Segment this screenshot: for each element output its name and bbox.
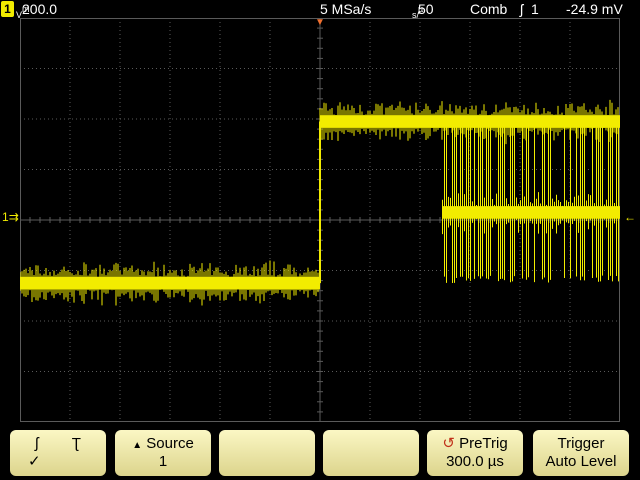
trigger-source: 1 bbox=[531, 1, 539, 17]
trigger-mode: Comb bbox=[470, 1, 508, 17]
source-label-text: Source bbox=[146, 435, 194, 452]
trigger-auto-level-softkey[interactable]: Trigger Auto Level bbox=[533, 430, 629, 476]
pretrig-softkey[interactable]: ↺ PreTrig 300.0 µs bbox=[427, 430, 523, 476]
softkey-bar: ʃ Ʈ ✓ ▲ Source 1 ↺ PreTrig 300.0 µs Trig… bbox=[0, 424, 640, 480]
pretrig-label: ↺ PreTrig bbox=[427, 435, 523, 452]
rotate-knob-icon: ↺ bbox=[442, 435, 455, 452]
falling-edge-icon: Ʈ bbox=[71, 435, 81, 452]
ground-marker-label: 1 bbox=[2, 210, 9, 224]
timebase: 50 µ s/ bbox=[412, 0, 434, 20]
trigger-label: Trigger bbox=[557, 435, 605, 452]
vertical-scale-unit-top: m bbox=[22, 4, 30, 14]
pretrig-label-text: PreTrig bbox=[459, 435, 508, 452]
channel-ground-marker: 1⇉ bbox=[2, 210, 19, 224]
sample-rate: 5 MSa/s bbox=[320, 1, 372, 17]
waveform-display bbox=[20, 18, 620, 422]
softkey-3-empty[interactable] bbox=[219, 430, 315, 476]
slope-glyphs: ʃ Ʈ bbox=[10, 435, 106, 452]
channel-1-trace bbox=[20, 99, 620, 306]
channel-badge: 1 bbox=[1, 1, 14, 17]
pretrig-value: 300.0 µs bbox=[446, 453, 504, 470]
trigger-level-arrow-icon: ← bbox=[624, 210, 636, 224]
check-icon: ✓ bbox=[28, 453, 41, 470]
rising-edge-icon: ʃ bbox=[35, 435, 39, 452]
status-bar: 1 200.0 mV 5 MSa/s 50 µ s/ Comb ʃ 1 -24.9 … bbox=[0, 0, 640, 20]
trigger-value: Auto Level bbox=[545, 453, 617, 470]
trigger-position-marker: ▼ bbox=[315, 17, 325, 28]
slope-softkey[interactable]: ʃ Ʈ ✓ bbox=[10, 430, 106, 476]
trigger-level: -24.9 mV bbox=[566, 1, 623, 17]
trace-toggle-mid-band bbox=[442, 206, 620, 219]
softkey-4-empty[interactable] bbox=[323, 430, 419, 476]
vertical-scale: 200.0 mV bbox=[16, 0, 57, 20]
source-label: ▲ Source bbox=[115, 435, 211, 454]
trigger-slope-icon: ʃ bbox=[520, 1, 524, 17]
source-value: 1 bbox=[158, 453, 168, 470]
caret-up-icon: ▲ bbox=[132, 440, 143, 451]
source-softkey[interactable]: ▲ Source 1 bbox=[115, 430, 211, 476]
